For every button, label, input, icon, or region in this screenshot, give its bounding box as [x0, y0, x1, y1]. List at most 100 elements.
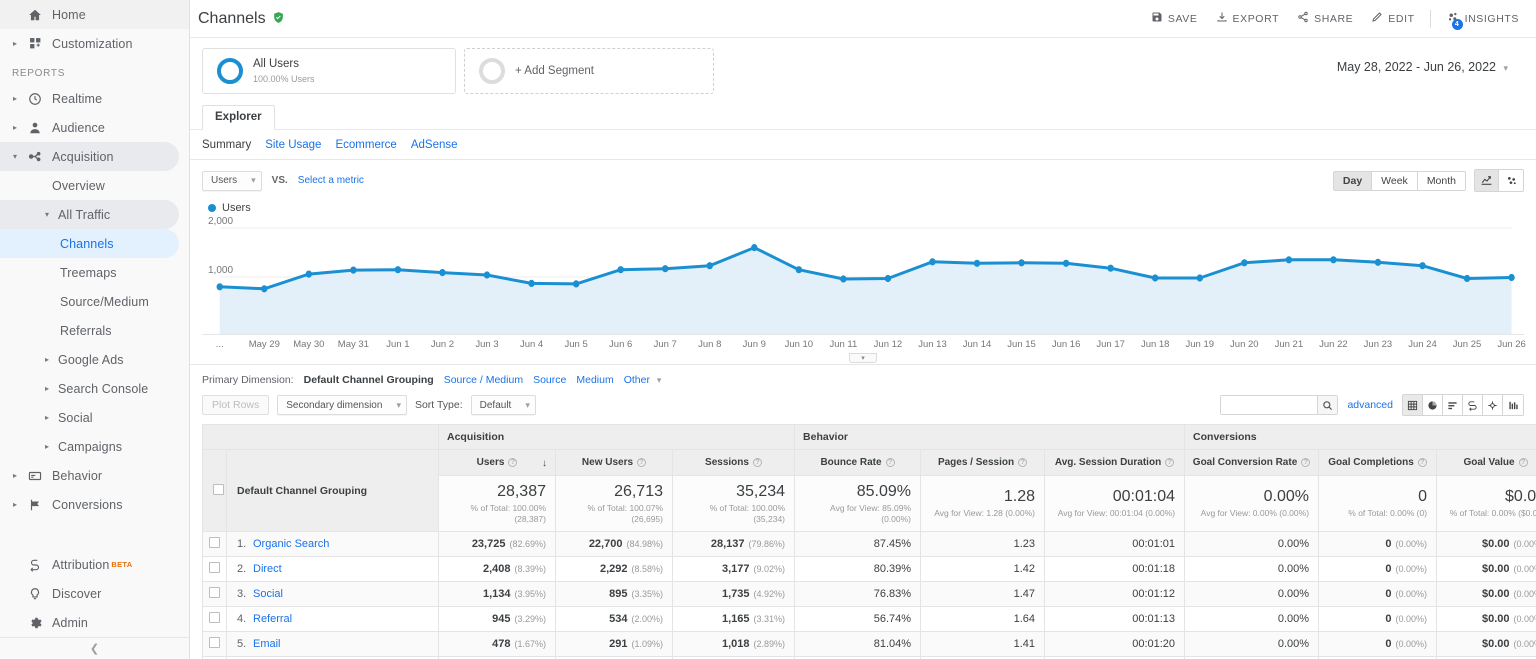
segment-all-users[interactable]: All Users 100.00% Users [202, 48, 456, 94]
pivot-view-icon[interactable] [1483, 395, 1503, 415]
pie-view-icon[interactable] [1423, 395, 1443, 415]
edit-button[interactable]: EDIT [1362, 4, 1423, 34]
sidebar-item-acquisition[interactable]: ▾ Acquisition [0, 142, 179, 171]
column-header-sessions[interactable]: Sessions? [671, 449, 796, 476]
channel-link[interactable]: Social [253, 588, 283, 600]
sidebar-collapse-button[interactable]: ❮ [0, 637, 189, 659]
channel-link[interactable]: Email [253, 638, 281, 650]
row-checkbox[interactable] [209, 562, 220, 574]
help-icon[interactable]: ? [885, 457, 895, 467]
granularity-day[interactable]: Day [1333, 171, 1373, 190]
table-row[interactable]: 5. Email 478 (1.67%) 291 (1.09%) 1,018 (2.89%) 8… [202, 631, 1536, 658]
primary-dimension-other[interactable]: Other ▾ [624, 374, 662, 386]
row-checkbox[interactable] [209, 587, 220, 599]
sidebar-item-admin[interactable]: Admin [0, 608, 189, 637]
help-icon[interactable]: ? [752, 457, 762, 467]
channel-link[interactable]: Organic Search [253, 538, 329, 550]
column-header-dimension[interactable]: Default Channel Grouping [226, 448, 439, 533]
row-checkbox[interactable] [209, 637, 220, 649]
row-checkbox[interactable] [209, 537, 220, 549]
help-icon[interactable]: ? [1165, 457, 1175, 467]
table-row[interactable]: 3. Social 1,134 (3.95%) 895 (3.35%) 1,735 (4.92… [202, 581, 1536, 608]
chart-resize-handle[interactable]: ▾ [849, 353, 877, 363]
tab-site-usage[interactable]: Site Usage [265, 139, 321, 151]
metric-selector[interactable]: Users ▾ [202, 170, 262, 191]
performance-view-icon[interactable] [1503, 395, 1523, 415]
help-icon[interactable]: ? [1518, 457, 1528, 467]
insights-button[interactable]: 4 INSIGHTS [1437, 4, 1528, 34]
table-view-icon[interactable] [1403, 395, 1423, 415]
export-button[interactable]: EXPORT [1207, 4, 1289, 34]
sidebar-item-social[interactable]: ▸ Social [0, 403, 189, 432]
row-checkbox-cell[interactable] [202, 556, 227, 583]
column-header-goal-value[interactable]: Goal Value? [1436, 449, 1536, 476]
sidebar-item-overview[interactable]: Overview [0, 171, 189, 200]
sort-type-selector[interactable]: Default ▾ [470, 395, 536, 415]
sidebar-item-attribution[interactable]: Attribution BETA [0, 550, 189, 579]
row-checkbox-cell[interactable] [202, 606, 227, 633]
comparison-view-icon[interactable] [1463, 395, 1483, 415]
sidebar-item-customization[interactable]: ▸ Customization [0, 29, 189, 58]
primary-dimension-medium[interactable]: Medium [576, 374, 613, 386]
add-segment-button[interactable]: + Add Segment [464, 48, 714, 94]
tab-summary[interactable]: Summary [202, 139, 251, 151]
table-row[interactable]: 4. Referral 945 (3.29%) 534 (2.00%) 1,165 (3.31… [202, 606, 1536, 633]
help-icon[interactable]: ? [1417, 457, 1427, 467]
help-icon[interactable]: ? [1018, 457, 1028, 467]
table-row[interactable]: 2. Direct 2,408 (8.39%) 2,292 (8.58%) 3,177 (9.… [202, 556, 1536, 583]
column-header-bounce-rate[interactable]: Bounce Rate? [794, 449, 922, 476]
save-button[interactable]: SAVE [1142, 4, 1207, 34]
table-row[interactable]: 1. Organic Search 23,725 (82.69%) 22,700 (84.… [202, 531, 1536, 558]
date-range-picker[interactable]: May 28, 2022 - Jun 26, 2022 ▾ [1337, 48, 1524, 74]
column-header-pages-session[interactable]: Pages / Session? [920, 449, 1046, 476]
bar-view-icon[interactable] [1443, 395, 1463, 415]
share-button[interactable]: SHARE [1288, 4, 1362, 34]
primary-dimension-source-medium[interactable]: Source / Medium [444, 374, 523, 386]
row-checkbox[interactable] [209, 612, 220, 624]
sidebar-item-source-medium[interactable]: Source/Medium [0, 287, 189, 316]
sidebar-item-channels[interactable]: Channels [0, 229, 179, 258]
sidebar-item-discover[interactable]: Discover [0, 579, 189, 608]
sidebar-item-audience[interactable]: ▸ Audience [0, 113, 189, 142]
search-icon[interactable] [1317, 396, 1338, 414]
line-chart-icon[interactable] [1475, 170, 1499, 191]
tab-adsense[interactable]: AdSense [411, 139, 458, 151]
column-header-users[interactable]: Users? ↓ [438, 449, 556, 476]
primary-dimension-source[interactable]: Source [533, 374, 566, 386]
channel-link[interactable]: Direct [253, 563, 282, 575]
row-checkbox-cell[interactable] [202, 581, 227, 608]
scatter-chart-icon[interactable] [1499, 170, 1523, 191]
row-checkbox-cell[interactable] [202, 631, 227, 658]
column-header-goal-conversion-rate[interactable]: Goal Conversion Rate? [1184, 449, 1320, 476]
secondary-dimension-selector[interactable]: Secondary dimension ▾ [277, 395, 407, 415]
sidebar-item-treemaps[interactable]: Treemaps [0, 258, 189, 287]
sidebar-item-campaigns[interactable]: ▸ Campaigns [0, 432, 189, 461]
sidebar-item-referrals[interactable]: Referrals [0, 316, 189, 345]
help-icon[interactable]: ? [508, 457, 518, 467]
advanced-link[interactable]: advanced [1347, 399, 1393, 411]
granularity-week[interactable]: Week [1372, 171, 1418, 190]
plot-rows-button[interactable]: Plot Rows [202, 395, 270, 415]
channel-link[interactable]: Referral [253, 613, 292, 625]
column-header-goal-completions[interactable]: Goal Completions? [1318, 449, 1438, 476]
help-icon[interactable]: ? [637, 457, 647, 467]
tab-ecommerce[interactable]: Ecommerce [335, 139, 396, 151]
select-a-metric-link[interactable]: Select a metric [298, 175, 364, 186]
column-header-avg-session-duration[interactable]: Avg. Session Duration? [1044, 449, 1186, 476]
column-header-new-users[interactable]: New Users? [555, 449, 673, 476]
sidebar-item-conversions[interactable]: ▸ Conversions [0, 490, 189, 519]
sidebar-item-search-console[interactable]: ▸ Search Console [0, 374, 189, 403]
help-icon[interactable]: ? [1301, 457, 1311, 467]
tab-explorer[interactable]: Explorer [202, 105, 275, 130]
sidebar-item-behavior[interactable]: ▸ Behavior [0, 461, 189, 490]
sidebar-item-all-traffic[interactable]: ▾ All Traffic [0, 200, 179, 229]
search-input[interactable] [1221, 396, 1318, 414]
sidebar-item-google-ads[interactable]: ▸ Google Ads [0, 345, 189, 374]
sidebar-item-home[interactable]: Home [0, 0, 189, 29]
sidebar-item-realtime[interactable]: ▸ Realtime [0, 84, 189, 113]
row-checkbox-cell[interactable] [202, 531, 227, 558]
select-all-checkbox[interactable] [213, 483, 224, 495]
chart-plot-area[interactable]: 2,000 1,000 [202, 216, 1524, 334]
primary-dimension-selected[interactable]: Default Channel Grouping [304, 374, 434, 386]
granularity-month[interactable]: Month [1417, 171, 1465, 190]
